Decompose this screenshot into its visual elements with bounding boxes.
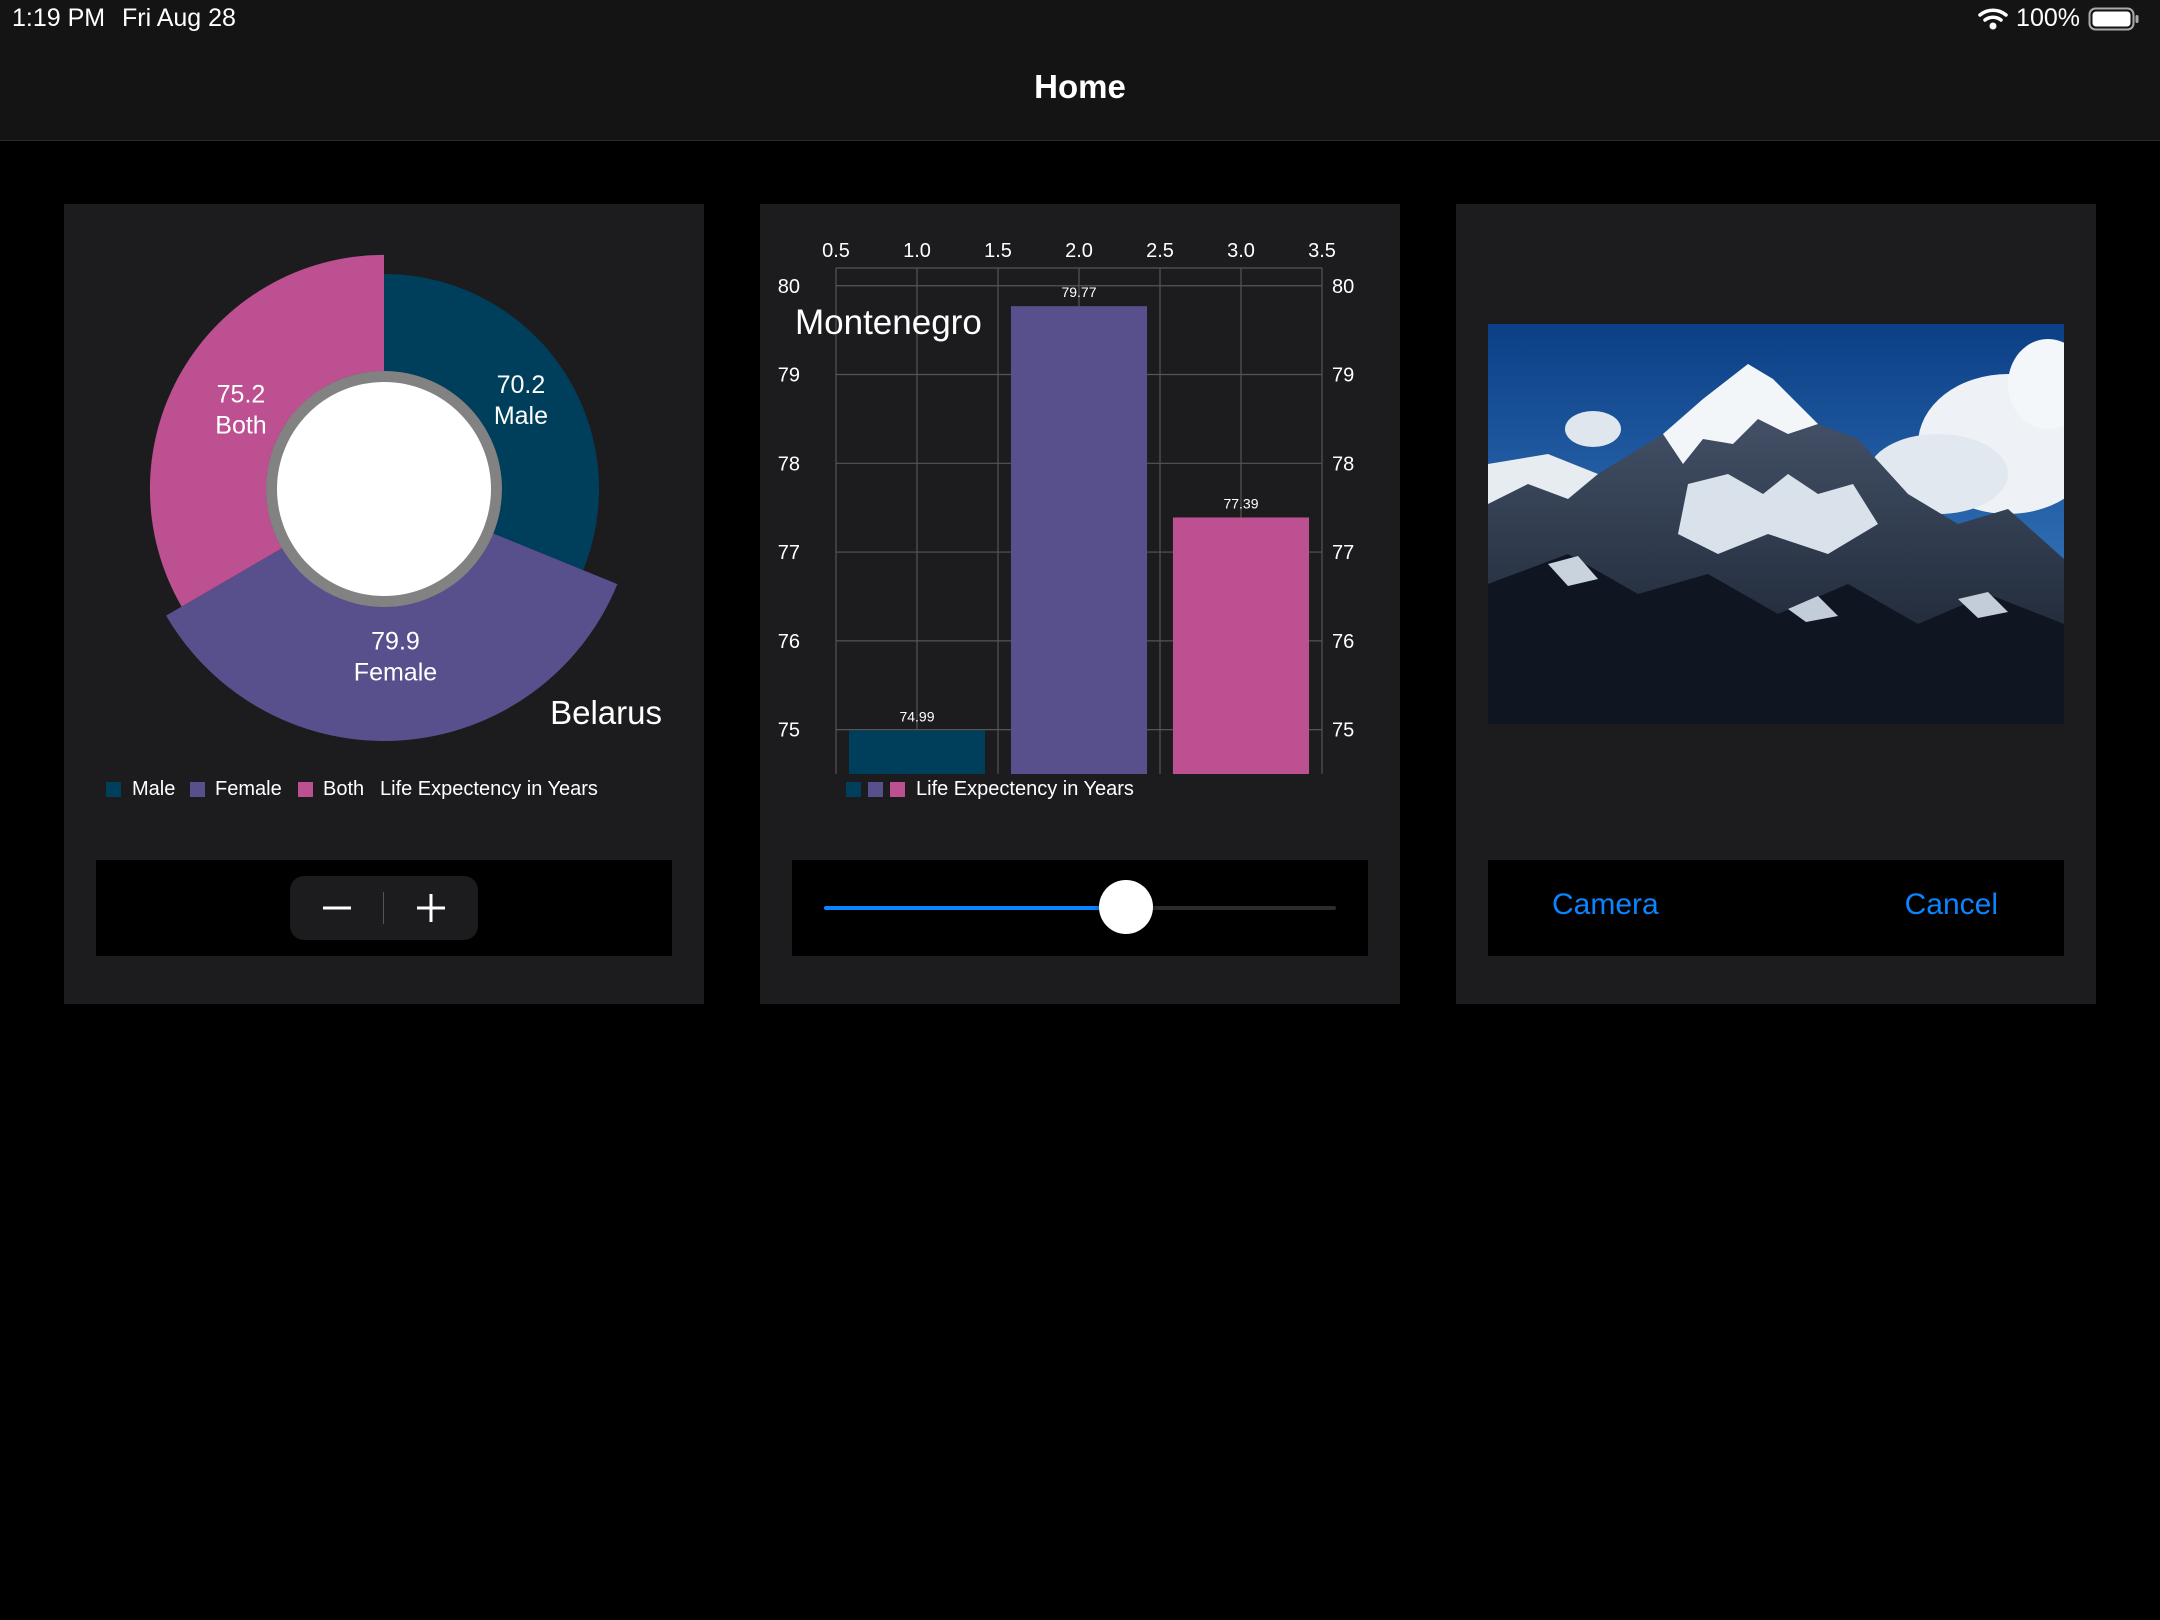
- donut-legend-title: Life Expectency in Years: [380, 778, 598, 800]
- y-tick-label-right: 75: [1332, 720, 1354, 742]
- status-date: Fri Aug 28: [122, 4, 236, 32]
- battery-icon: [2088, 7, 2139, 30]
- decrement-button[interactable]: [290, 876, 384, 940]
- bar-value-label: 79.77: [1061, 284, 1096, 300]
- bar-legend-title: Life Expectency in Years: [916, 778, 1134, 800]
- y-tick-label-right: 79: [1332, 365, 1354, 387]
- legend-label-female: Female: [215, 778, 282, 800]
- cancel-button[interactable]: Cancel: [1905, 888, 1998, 922]
- legend-swatch-both: [298, 782, 313, 797]
- x-tick-label: 2.0: [1065, 240, 1093, 262]
- slider-track[interactable]: [824, 880, 1336, 934]
- status-bar: 1:19 PM Fri Aug 28 100%: [0, 0, 2160, 40]
- slider-fill: [824, 906, 1127, 910]
- battery-percent: 100%: [2016, 4, 2080, 32]
- x-tick-label: 1.0: [903, 240, 931, 262]
- y-tick-label-right: 76: [1332, 631, 1354, 653]
- bar-value-label: 74.99: [899, 709, 934, 725]
- photo-panel: Camera Cancel: [1456, 204, 2096, 1004]
- donut-hole: [277, 382, 491, 596]
- navigation-bar: Home: [0, 40, 2160, 141]
- legend-swatch-male: [106, 782, 121, 797]
- legend-label-both: Both: [323, 778, 364, 800]
- bar-legend-swatch: [868, 782, 883, 797]
- donut-label-male: Male: [494, 402, 548, 430]
- y-tick-label-left: 76: [778, 631, 800, 653]
- donut-value-male: 70.2: [497, 371, 546, 399]
- donut-value-female: 79.9: [371, 628, 420, 656]
- slider-thumb[interactable]: [1099, 880, 1154, 934]
- bar-legend-swatch: [890, 782, 905, 797]
- donut-label-female: Female: [354, 659, 437, 687]
- y-tick-label-left: 78: [778, 453, 800, 475]
- status-indicators: 100%: [1978, 4, 2140, 33]
- donut-value-both: 75.2: [217, 381, 266, 409]
- stepper[interactable]: [290, 876, 478, 940]
- x-tick-label: 3.0: [1227, 240, 1255, 262]
- y-tick-label-left: 77: [778, 542, 800, 564]
- x-tick-label: 3.5: [1308, 240, 1336, 262]
- y-tick-label-right: 78: [1332, 453, 1354, 475]
- plus-icon: [417, 894, 445, 922]
- bar-chart-panel: 0.5 1.0 1.5 2.0 2.5 3.0 3.5 75 75 76 76 77 77 78 78 79 7…: [760, 204, 1400, 1004]
- x-tick-label: 2.5: [1146, 240, 1174, 262]
- legend-label-male: Male: [132, 778, 175, 800]
- y-tick-label-left: 80: [778, 276, 800, 298]
- donut-label-both: Both: [215, 412, 266, 440]
- bar-1: [848, 730, 986, 774]
- mountain-photo: [1488, 324, 2064, 724]
- wifi-icon: [1978, 7, 2008, 29]
- y-tick-label-left: 75: [778, 720, 800, 742]
- bar-legend-swatch: [846, 782, 861, 797]
- bar-3: [1172, 517, 1310, 774]
- x-tick-label: 1.5: [984, 240, 1012, 262]
- y-tick-label-left: 79: [778, 365, 800, 387]
- donut-chart-panel: 70.2 Male 79.9 Female 75.2 Both Belarus Male F…: [64, 204, 704, 1004]
- donut-chart: 70.2 Male 79.9 Female 75.2 Both Belarus Male F…: [106, 254, 662, 800]
- bar-value-label: 77.39: [1223, 495, 1258, 511]
- legend-swatch-female: [190, 782, 205, 797]
- status-time: 1:19 PM: [12, 4, 106, 32]
- y-tick-label-right: 77: [1332, 542, 1354, 564]
- slider-bar: [792, 860, 1368, 956]
- action-bar: Camera Cancel: [1488, 860, 2064, 956]
- x-tick-label: 0.5: [822, 240, 850, 262]
- y-tick-label-right: 80: [1332, 276, 1354, 298]
- donut-title: Belarus: [550, 694, 662, 731]
- increment-button[interactable]: [384, 876, 478, 940]
- bar-chart: 0.5 1.0 1.5 2.0 2.5 3.0 3.5 75 75 76 76 77 77 78 78 79 7…: [778, 240, 1355, 800]
- bar-chart-title: Montenegro: [795, 303, 982, 342]
- stepper-bar: [96, 860, 672, 956]
- bar-2: [1010, 306, 1148, 774]
- minus-icon: [323, 906, 351, 910]
- page-title: Home: [1034, 68, 1126, 105]
- camera-button[interactable]: Camera: [1552, 888, 1659, 922]
